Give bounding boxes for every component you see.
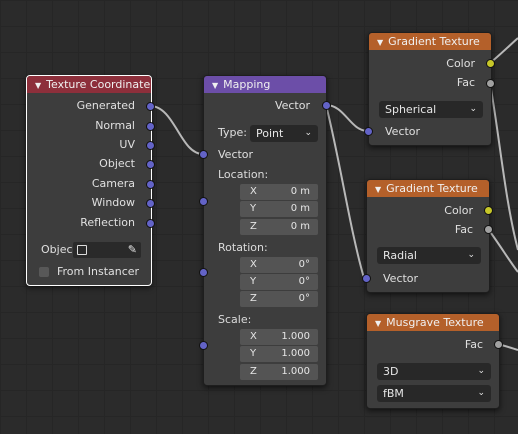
output-camera: Camera: [91, 177, 135, 190]
dimensions-dropdown[interactable]: 3D ⌄: [377, 363, 491, 380]
location-label: Location:: [218, 168, 269, 181]
output-color: Color: [446, 57, 475, 70]
object-cube-icon: [77, 245, 87, 255]
gradient-texture-node-1[interactable]: ▼ Gradient Texture Color Fac Spherical ⌄ …: [368, 32, 492, 146]
socket-window[interactable]: [146, 199, 155, 208]
object-label: Objec: [41, 243, 73, 256]
socket-mapping-output[interactable]: [322, 101, 331, 110]
socket-gradient1-vector[interactable]: [364, 127, 373, 136]
gradient-texture-header[interactable]: ▼ Gradient Texture: [369, 33, 491, 50]
scale-z-field[interactable]: Z 1.000: [240, 364, 318, 380]
socket-camera[interactable]: [146, 180, 155, 189]
eyedropper-icon[interactable]: ✎: [128, 242, 137, 258]
collapse-arrow-icon[interactable]: ▼: [377, 34, 383, 51]
link-mapping-to-gradient2-vector: [325, 104, 365, 279]
scale-label: Scale:: [218, 313, 252, 326]
output-fac: Fac: [454, 223, 473, 236]
node-title: Texture Coordinate: [46, 78, 151, 91]
mapping-node[interactable]: ▼ Mapping Vector Type: Point ⌄ Vector Loc…: [203, 75, 327, 386]
link-gradient1-fac-out: [489, 82, 518, 251]
chevron-down-icon: ⌄: [477, 366, 485, 376]
socket-rotation-input[interactable]: [199, 268, 208, 277]
chevron-down-icon: ⌄: [304, 128, 312, 138]
link-generated-to-mapping-vector: [149, 105, 204, 155]
output-vector: Vector: [274, 99, 310, 112]
scale-x-field[interactable]: X 1.000: [240, 329, 318, 345]
output-normal: Normal: [95, 119, 135, 132]
output-fac: Fac: [464, 338, 483, 351]
collapse-arrow-icon[interactable]: ▼: [375, 181, 381, 198]
socket-gradient1-color[interactable]: [486, 59, 495, 68]
vector-input-label: Vector: [383, 272, 419, 285]
from-instancer-label: From Instancer: [57, 265, 140, 278]
output-window: Window: [91, 196, 135, 209]
output-color: Color: [444, 204, 473, 217]
output-object: Object: [99, 157, 135, 170]
musgrave-texture-node[interactable]: ▼ Musgrave Texture Fac 3D ⌄ fBM ⌄: [366, 313, 500, 409]
collapse-arrow-icon[interactable]: ▼: [35, 77, 41, 94]
musgrave-type-dropdown[interactable]: fBM ⌄: [377, 385, 491, 402]
rotation-label: Rotation:: [218, 241, 268, 254]
texture-coordinate-header[interactable]: ▼ Texture Coordinate: [27, 76, 151, 93]
output-reflection: Reflection: [80, 216, 135, 229]
socket-uv[interactable]: [146, 141, 155, 150]
object-picker-field[interactable]: ✎: [73, 242, 141, 258]
output-uv: UV: [119, 138, 135, 151]
rotation-x-field[interactable]: X 0°: [240, 257, 318, 273]
link-gradient2-fac-out: [487, 228, 518, 273]
socket-reflection[interactable]: [146, 219, 155, 228]
location-y-field[interactable]: Y0 m: [240, 201, 318, 217]
node-title: Gradient Texture: [388, 35, 480, 48]
texture-coordinate-node[interactable]: ▼ Texture Coordinate Generated Normal UV …: [26, 75, 152, 286]
socket-gradient1-fac[interactable]: [486, 79, 495, 88]
gradient-type-dropdown[interactable]: Radial ⌄: [377, 247, 481, 264]
link-gradient1-color-out: [489, 37, 518, 64]
collapse-arrow-icon[interactable]: ▼: [375, 315, 381, 332]
type-dropdown[interactable]: Point ⌄: [250, 125, 318, 142]
gradient-type-dropdown[interactable]: Spherical ⌄: [379, 101, 483, 118]
vector-input-label: Vector: [385, 125, 421, 138]
socket-musgrave-fac[interactable]: [494, 340, 503, 349]
node-title: Gradient Texture: [386, 182, 478, 195]
mapping-header[interactable]: ▼ Mapping: [204, 76, 326, 93]
chevron-down-icon: ⌄: [467, 250, 475, 260]
node-title: Mapping: [223, 78, 271, 91]
node-title: Musgrave Texture: [386, 316, 484, 329]
musgrave-texture-header[interactable]: ▼ Musgrave Texture: [367, 314, 499, 331]
vector-input-label: Vector: [218, 148, 254, 161]
socket-gradient2-vector[interactable]: [362, 274, 371, 283]
socket-gradient2-fac[interactable]: [484, 225, 493, 234]
rotation-z-field[interactable]: Z 0°: [240, 291, 318, 307]
chevron-down-icon: ⌄: [469, 104, 477, 114]
scale-y-field[interactable]: Y 1.000: [240, 346, 318, 362]
socket-mapping-vector-input[interactable]: [199, 150, 208, 159]
output-fac: Fac: [456, 76, 475, 89]
link-mapping-to-gradient1-vector: [325, 104, 369, 132]
location-z-field[interactable]: Z0 m: [240, 219, 318, 235]
output-generated: Generated: [76, 99, 135, 112]
gradient-texture-header[interactable]: ▼ Gradient Texture: [367, 180, 489, 197]
location-x-field[interactable]: X0 m: [240, 184, 318, 200]
socket-object[interactable]: [146, 160, 155, 169]
chevron-down-icon: ⌄: [477, 388, 485, 398]
socket-scale-input[interactable]: [199, 341, 208, 350]
socket-generated[interactable]: [146, 102, 155, 111]
socket-location-input[interactable]: [199, 197, 208, 206]
type-label: Type:: [218, 126, 247, 139]
collapse-arrow-icon[interactable]: ▼: [212, 77, 218, 94]
rotation-y-field[interactable]: Y 0°: [240, 274, 318, 290]
from-instancer-checkbox[interactable]: [39, 267, 49, 277]
socket-normal[interactable]: [146, 122, 155, 131]
socket-gradient2-color[interactable]: [484, 206, 493, 215]
gradient-texture-node-2[interactable]: ▼ Gradient Texture Color Fac Radial ⌄ Vec…: [366, 179, 490, 293]
